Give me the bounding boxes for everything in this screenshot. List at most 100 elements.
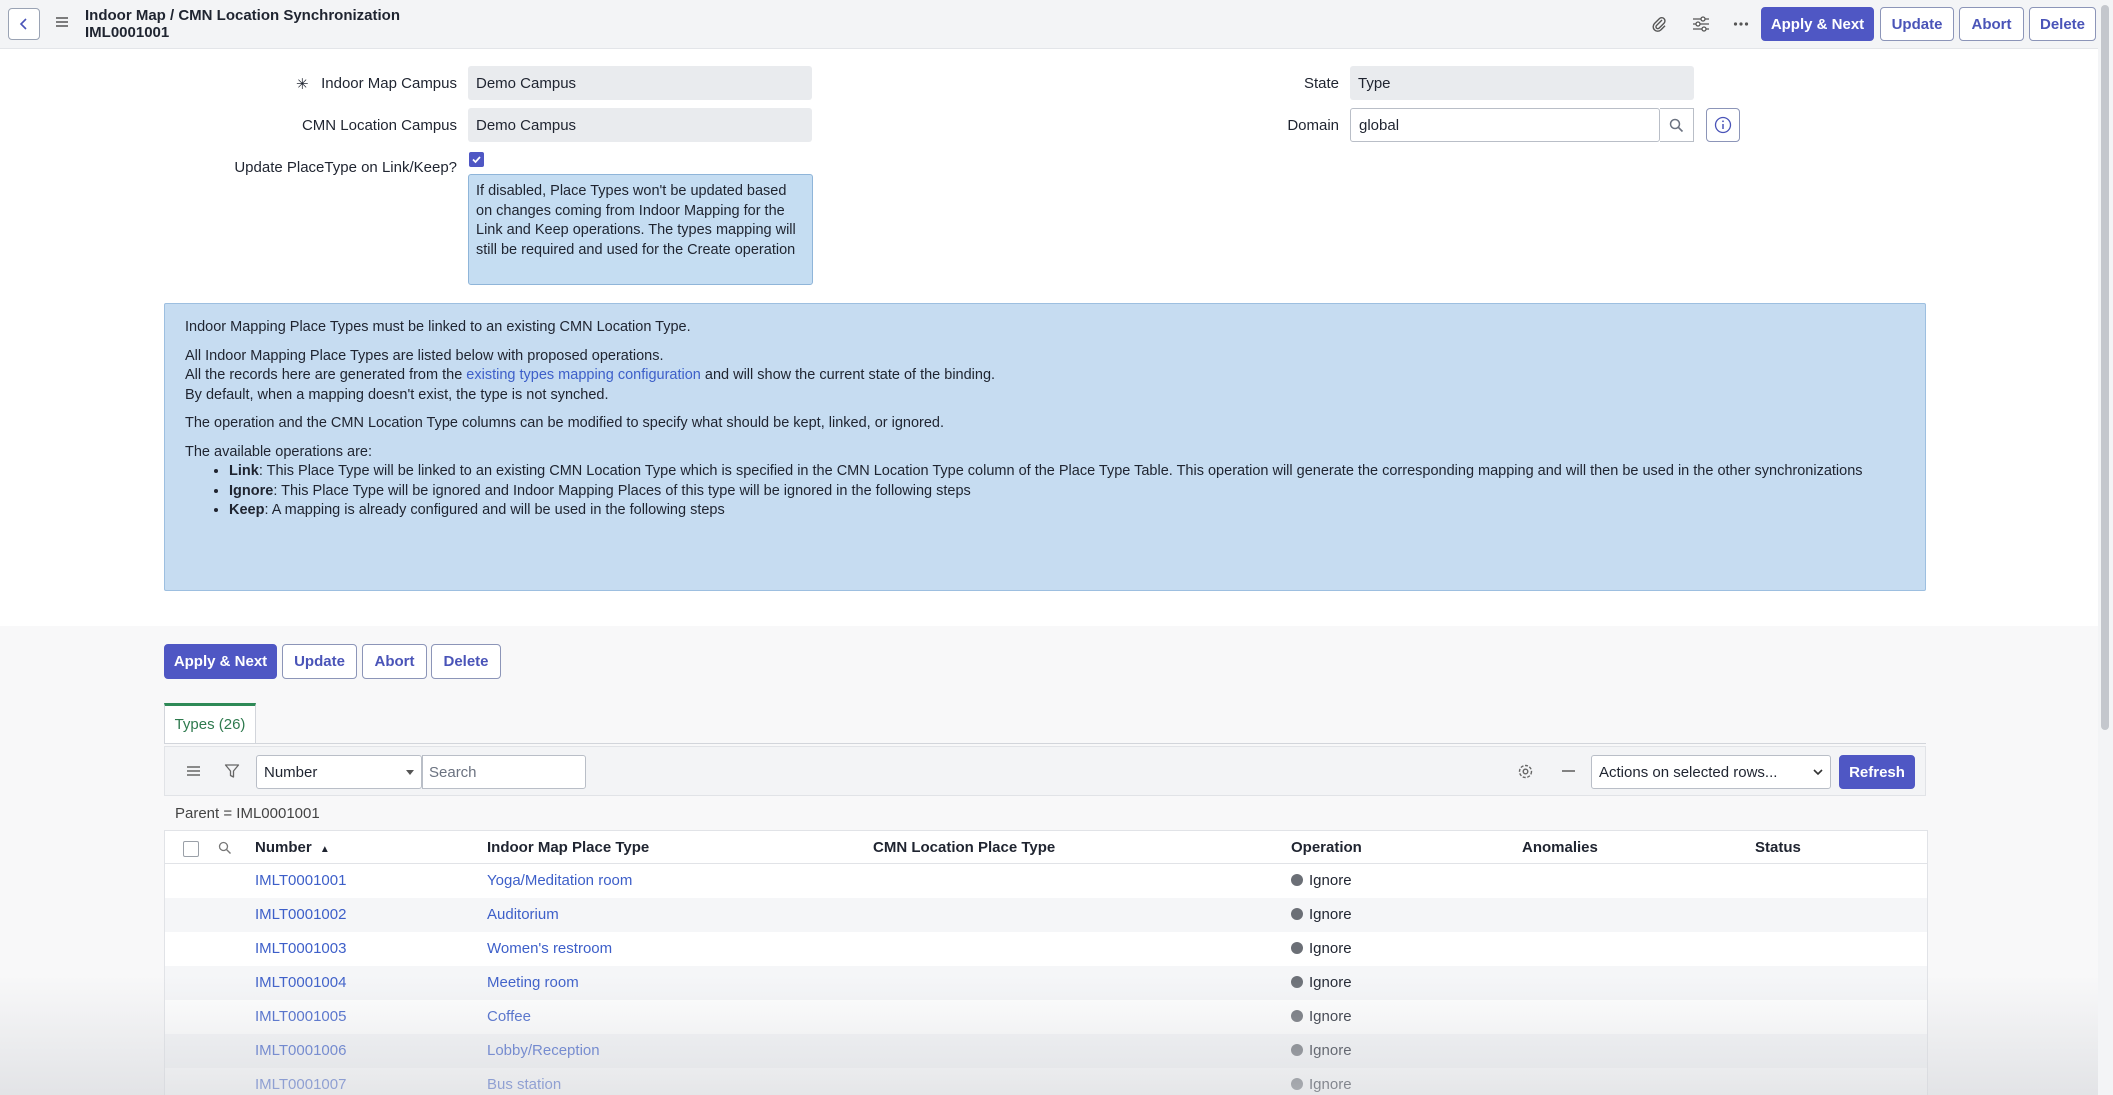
- tab-types[interactable]: Types (26): [164, 703, 256, 743]
- domain-field[interactable]: global: [1350, 108, 1660, 142]
- row-operation-value: Ignore: [1309, 1076, 1352, 1093]
- status-dot-icon: [1291, 874, 1303, 886]
- state-label: State: [1303, 75, 1339, 92]
- row-indoor-type-link[interactable]: Women's restroom: [487, 940, 612, 957]
- list-search-input[interactable]: Search: [422, 755, 586, 789]
- chevron-down-icon: [406, 770, 414, 775]
- tab-divider: [164, 743, 1926, 744]
- actions-select[interactable]: Actions on selected rows...: [1591, 755, 1831, 789]
- state-field[interactable]: Type: [1350, 66, 1694, 100]
- column-label: Number: [255, 839, 312, 856]
- row-operation[interactable]: Ignore: [1291, 974, 1352, 991]
- row-number-link[interactable]: IMLT0001005: [255, 1008, 346, 1025]
- table-row[interactable]: IMLT0001006 Lobby/Reception Ignore: [165, 1034, 1927, 1068]
- status-dot-icon: [1291, 942, 1303, 954]
- table-row[interactable]: IMLT0001004 Meeting room Ignore: [165, 966, 1927, 1000]
- operation-ignore-item: Ignore: This Place Type will be ignored …: [229, 482, 1905, 502]
- column-search-icon[interactable]: [215, 838, 235, 858]
- form-title: Indoor Map / CMN Location Synchronizatio…: [85, 7, 400, 24]
- footer-update-button[interactable]: Update: [282, 644, 357, 679]
- table-row[interactable]: IMLT0001003 Women's restroom Ignore: [165, 932, 1927, 966]
- info-paragraph: By default, when a mapping doesn't exist…: [185, 386, 609, 403]
- scrollbar-thumb[interactable]: [2101, 5, 2109, 730]
- row-indoor-type-link[interactable]: Meeting room: [487, 974, 579, 991]
- row-number-link[interactable]: IMLT0001002: [255, 906, 346, 923]
- filter-icon[interactable]: [222, 761, 242, 781]
- column-header-status[interactable]: Status: [1755, 839, 1801, 856]
- info-paragraph: The operation and the CMN Location Type …: [185, 415, 945, 431]
- indoor-map-campus-field[interactable]: Demo Campus: [468, 66, 812, 100]
- row-operation[interactable]: Ignore: [1291, 872, 1352, 889]
- footer-delete-button[interactable]: Delete: [431, 644, 501, 679]
- sliders-icon[interactable]: [1690, 13, 1712, 35]
- menu-icon[interactable]: [54, 14, 70, 32]
- domain-lookup-button[interactable]: [1660, 108, 1694, 142]
- row-operation[interactable]: Ignore: [1291, 1008, 1352, 1025]
- back-button[interactable]: [8, 8, 40, 40]
- column-header-anomalies[interactable]: Anomalies: [1522, 839, 1598, 856]
- operation-name: Keep: [229, 502, 265, 518]
- info-text: All the records here are generated from …: [185, 367, 467, 383]
- page-scrollbar[interactable]: [2098, 0, 2113, 1095]
- row-number-link[interactable]: IMLT0001001: [255, 872, 346, 889]
- table-row[interactable]: IMLT0001002 Auditorium Ignore: [165, 898, 1927, 932]
- abort-button[interactable]: Abort: [1959, 7, 2024, 41]
- row-indoor-type-link[interactable]: Yoga/Meditation room: [487, 872, 632, 889]
- operation-name: Link: [229, 463, 259, 479]
- search-field-select[interactable]: Number: [256, 755, 422, 789]
- row-number-link[interactable]: IMLT0001004: [255, 974, 346, 991]
- column-header-cmn-type[interactable]: CMN Location Place Type: [873, 839, 1055, 856]
- domain-info-button[interactable]: [1706, 108, 1740, 142]
- column-header-number[interactable]: Number ▲: [255, 839, 330, 856]
- update-button[interactable]: Update: [1880, 7, 1954, 41]
- status-dot-icon: [1291, 976, 1303, 988]
- footer-apply-next-button[interactable]: Apply & Next: [164, 644, 277, 679]
- cmn-location-campus-label: CMN Location Campus: [301, 117, 457, 134]
- row-indoor-type-link[interactable]: Auditorium: [487, 906, 559, 923]
- types-mapping-config-link[interactable]: existing types mapping configuration: [466, 367, 701, 383]
- apply-next-button[interactable]: Apply & Next: [1761, 7, 1874, 41]
- row-number-link[interactable]: IMLT0001007: [255, 1076, 346, 1093]
- update-placetype-checkbox[interactable]: [469, 152, 484, 167]
- footer-abort-button[interactable]: Abort: [362, 644, 427, 679]
- row-number-link[interactable]: IMLT0001003: [255, 940, 346, 957]
- table-row[interactable]: IMLT0001005 Coffee Ignore: [165, 1000, 1927, 1034]
- row-indoor-type-link[interactable]: Lobby/Reception: [487, 1042, 600, 1059]
- row-operation[interactable]: Ignore: [1291, 1076, 1352, 1093]
- list-breadcrumb[interactable]: Parent = IML0001001: [175, 805, 320, 822]
- chevron-down-icon: [1813, 769, 1823, 776]
- row-operation[interactable]: Ignore: [1291, 906, 1352, 923]
- sort-ascending-icon: ▲: [319, 844, 330, 855]
- delete-button[interactable]: Delete: [2029, 7, 2096, 41]
- collapse-icon[interactable]: [1558, 761, 1578, 781]
- row-operation-value: Ignore: [1309, 906, 1352, 923]
- row-operation[interactable]: Ignore: [1291, 940, 1352, 957]
- select-all-checkbox[interactable]: [183, 841, 199, 857]
- row-operation[interactable]: Ignore: [1291, 1042, 1352, 1059]
- status-dot-icon: [1291, 1010, 1303, 1022]
- column-header-indoor-type[interactable]: Indoor Map Place Type: [487, 839, 649, 856]
- info-paragraph: All the records here are generated from …: [185, 366, 1905, 386]
- more-icon[interactable]: [1730, 13, 1752, 35]
- table-row[interactable]: IMLT0001007 Bus station Ignore: [165, 1068, 1927, 1095]
- types-table: Number ▲ Indoor Map Place Type CMN Locat…: [164, 830, 1928, 1095]
- row-indoor-type-link[interactable]: Coffee: [487, 1008, 531, 1025]
- actions-select-value: Actions on selected rows...: [1599, 764, 1778, 781]
- placetype-help-tooltip: If disabled, Place Types won't be update…: [468, 174, 813, 285]
- operation-desc: : A mapping is already configured and wi…: [264, 502, 725, 518]
- row-number-link[interactable]: IMLT0001006: [255, 1042, 346, 1059]
- row-indoor-type-link[interactable]: Bus station: [487, 1076, 561, 1093]
- operation-desc: : This Place Type will be linked to an e…: [258, 463, 1863, 479]
- info-paragraph: The available operations are:: [185, 443, 373, 460]
- operation-desc: : This Place Type will be ignored and In…: [273, 482, 971, 499]
- gear-icon[interactable]: [1515, 761, 1535, 781]
- info-text: and will show the current state of the b…: [700, 367, 996, 383]
- column-header-operation[interactable]: Operation: [1291, 839, 1362, 856]
- refresh-button[interactable]: Refresh: [1839, 755, 1915, 789]
- cmn-location-campus-field[interactable]: Demo Campus: [468, 108, 812, 142]
- table-row[interactable]: IMLT0001001 Yoga/Meditation room Ignore: [165, 864, 1927, 898]
- checkmark-icon: [472, 156, 481, 164]
- paperclip-icon[interactable]: [1648, 13, 1670, 35]
- indoor-map-campus-label: Indoor Map Campus: [321, 75, 457, 92]
- list-menu-icon[interactable]: [183, 761, 203, 781]
